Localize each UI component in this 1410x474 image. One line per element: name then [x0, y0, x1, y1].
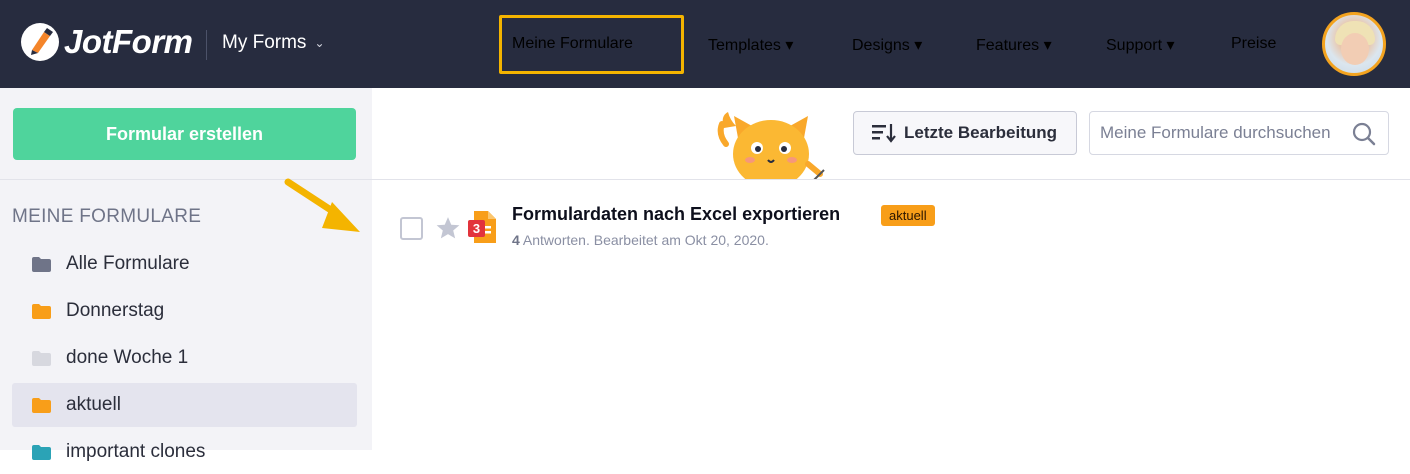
sort-icon — [872, 124, 896, 143]
my-forms-dropdown[interactable]: My Forms ⌄ — [222, 32, 325, 54]
my-forms-label: My Forms — [222, 32, 307, 53]
form-document-icon: 3 — [468, 211, 496, 243]
search-icon[interactable] — [1352, 122, 1376, 146]
toolbar-divider — [372, 179, 1410, 180]
nav-templates[interactable]: Templates ▾ — [708, 35, 793, 55]
notification-count: 3 — [473, 221, 480, 236]
sidebar-item-important-clones[interactable]: important clones — [12, 430, 357, 474]
folder-label: aktuell — [66, 394, 121, 415]
nav-designs[interactable]: Designs ▾ — [852, 35, 922, 55]
sidebar-heading: MEINE FORMULARE — [12, 206, 202, 227]
folder-icon — [32, 351, 51, 366]
search-box[interactable] — [1089, 111, 1389, 155]
folder-label: Donnerstag — [66, 300, 165, 321]
chevron-down-icon: ⌄ — [314, 36, 325, 50]
nav-meine-formulare[interactable]: Meine Formulare — [512, 35, 633, 53]
sidebar-item-done-woche-1[interactable]: done Woche 1 — [12, 336, 357, 380]
response-count: 4 — [512, 232, 520, 248]
form-meta-text: Antworten. Bearbeitet am Okt 20, 2020. — [519, 232, 769, 248]
jotform-logo[interactable]: JotForm — [20, 22, 193, 62]
sort-button[interactable]: Letzte Bearbeitung — [853, 111, 1077, 155]
folder-icon — [32, 304, 51, 319]
sort-label: Letzte Bearbeitung — [904, 123, 1058, 142]
folder-label: important clones — [66, 441, 206, 462]
folder-icon — [32, 257, 51, 272]
nav-features[interactable]: Features ▾ — [976, 35, 1052, 55]
form-select-checkbox[interactable] — [400, 217, 423, 240]
sidebar-item-donnerstag[interactable]: Donnerstag — [12, 289, 357, 333]
star-icon[interactable] — [435, 215, 461, 241]
create-form-button[interactable]: Formular erstellen — [13, 108, 356, 160]
search-input[interactable] — [1100, 112, 1350, 154]
sidebar-item-aktuell[interactable]: aktuell — [12, 383, 357, 427]
sidebar: Formular erstellen MEINE FORMULARE Alle … — [0, 88, 372, 462]
podo-mascot-icon — [716, 108, 828, 180]
top-navigation-bar: JotForm My Forms ⌄ Meine Formulare Templ… — [0, 0, 1410, 88]
nav-support[interactable]: Support ▾ — [1106, 35, 1175, 55]
folder-label: done Woche 1 — [66, 347, 189, 368]
jotform-logo-icon — [21, 23, 59, 61]
form-title[interactable]: Formulardaten nach Excel exportieren — [512, 204, 840, 225]
folder-badge: aktuell — [881, 205, 935, 226]
folder-icon — [32, 445, 51, 460]
folder-label: Alle Formulare — [66, 253, 190, 274]
header-divider — [206, 30, 207, 60]
nav-preise[interactable]: Preise — [1231, 35, 1276, 53]
sidebar-item-alle-formulare[interactable]: Alle Formulare — [12, 242, 357, 286]
user-avatar[interactable] — [1322, 12, 1386, 76]
brand-name: JotForm — [64, 23, 193, 60]
folder-icon — [32, 398, 51, 413]
form-meta: 4 Antworten. Bearbeitet am Okt 20, 2020. — [512, 232, 769, 248]
annotation-arrow-icon — [284, 178, 360, 232]
